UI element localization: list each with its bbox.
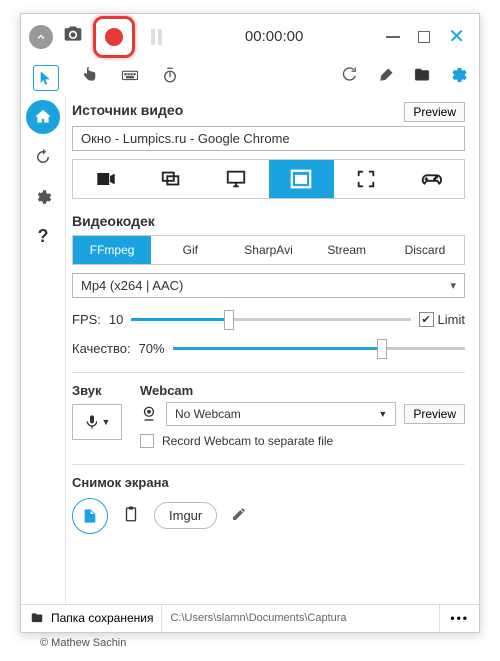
record-dot-icon xyxy=(105,28,123,46)
record-webcam-separate-label: Record Webcam to separate file xyxy=(162,434,333,448)
webcam-icon xyxy=(140,405,158,423)
sound-title: Звук xyxy=(72,383,122,398)
expand-chevron-button[interactable] xyxy=(29,25,53,49)
refresh-icon[interactable] xyxy=(341,66,359,89)
pointer-hand-icon[interactable] xyxy=(81,66,99,89)
main-panel: Источник видео Preview Окно - Lumpics.ru… xyxy=(65,96,479,604)
codec-format-dropdown[interactable]: Mp4 (x264 | AAC) ▾ xyxy=(72,273,465,298)
sidebar-history[interactable] xyxy=(26,140,60,174)
record-button[interactable] xyxy=(93,16,135,58)
preview-button[interactable]: Preview xyxy=(404,102,465,122)
limit-label: Limit xyxy=(438,312,465,327)
screenshot-camera-icon[interactable] xyxy=(63,24,83,49)
source-tab-monitor[interactable] xyxy=(203,160,268,198)
toolbar xyxy=(21,60,479,96)
folder-icon xyxy=(29,611,45,625)
keyboard-icon[interactable] xyxy=(121,66,139,89)
codec-format-value: Mp4 (x264 | AAC) xyxy=(81,278,183,293)
cursor-tool-button[interactable] xyxy=(33,65,59,91)
imgur-upload-button[interactable]: Imgur xyxy=(154,502,217,529)
video-source-window-field[interactable]: Окно - Lumpics.ru - Google Chrome xyxy=(72,126,465,151)
fps-value: 10 xyxy=(109,312,123,327)
source-tab-window[interactable] xyxy=(269,160,334,198)
codec-tab-stream[interactable]: Stream xyxy=(308,236,386,264)
more-menu-button[interactable]: ••• xyxy=(439,605,479,632)
limit-checkbox[interactable]: ✔ xyxy=(419,312,434,327)
credit-text: © Mathew Sachin xyxy=(20,633,480,649)
webcam-value: No Webcam xyxy=(175,407,241,421)
close-button[interactable]: ✕ xyxy=(448,27,465,47)
sidebar-help[interactable]: ? xyxy=(26,220,60,254)
quality-label: Качество: xyxy=(72,341,131,356)
app-window: 00:00:00 ✕ xyxy=(20,13,480,633)
brush-icon[interactable] xyxy=(377,66,395,89)
chevron-down-icon: ▼ xyxy=(102,417,111,427)
edit-pencil-icon[interactable] xyxy=(231,506,247,525)
codec-tab-sharpavi[interactable]: SharpAvi xyxy=(229,236,307,264)
titlebar: 00:00:00 ✕ xyxy=(21,14,479,60)
codec-tab-gif[interactable]: Gif xyxy=(151,236,229,264)
source-tab-game[interactable] xyxy=(399,160,464,198)
stopwatch-icon[interactable] xyxy=(161,66,179,89)
fps-slider[interactable] xyxy=(131,318,410,321)
webcam-title: Webcam xyxy=(140,383,465,398)
chevron-down-icon: ▾ xyxy=(450,279,456,292)
webcam-preview-button[interactable]: Preview xyxy=(404,404,465,424)
sidebar: ? xyxy=(21,96,65,604)
source-tab-screens[interactable] xyxy=(138,160,203,198)
codec-tab-ffmpeg[interactable]: FFmpeg xyxy=(73,236,151,264)
fps-label: FPS: xyxy=(72,312,101,327)
video-source-title: Источник видео xyxy=(72,102,183,118)
quality-slider[interactable] xyxy=(173,347,465,350)
save-folder-path[interactable]: C:\Users\slamn\Documents\Captura xyxy=(162,612,439,624)
minimize-button[interactable] xyxy=(386,36,400,38)
screenshot-title: Снимок экрана xyxy=(72,475,465,490)
pause-button[interactable] xyxy=(151,29,162,45)
codec-tabs: FFmpeg Gif SharpAvi Stream Discard xyxy=(72,235,465,265)
video-source-tabs xyxy=(72,159,465,199)
screenshot-save-file-button[interactable] xyxy=(72,498,108,534)
video-codec-title: Видеокодек xyxy=(72,213,465,229)
quality-value: 70% xyxy=(139,341,165,356)
settings-gear-icon[interactable] xyxy=(449,66,467,89)
save-folder-label[interactable]: Папка сохранения xyxy=(51,611,153,625)
folder-icon[interactable] xyxy=(413,66,431,89)
clipboard-icon[interactable] xyxy=(122,505,140,526)
record-webcam-separate-checkbox[interactable] xyxy=(140,434,154,448)
chevron-down-icon: ▼ xyxy=(378,409,387,419)
statusbar: Папка сохранения C:\Users\slamn\Document… xyxy=(21,604,479,632)
sidebar-home[interactable] xyxy=(26,100,60,134)
codec-tab-discard[interactable]: Discard xyxy=(386,236,464,264)
maximize-button[interactable] xyxy=(418,31,430,43)
source-tab-camera[interactable] xyxy=(73,160,138,198)
webcam-dropdown[interactable]: No Webcam ▼ xyxy=(166,402,396,426)
source-tab-region[interactable] xyxy=(334,160,399,198)
recording-timer: 00:00:00 xyxy=(162,28,386,45)
sidebar-settings[interactable] xyxy=(26,180,60,214)
mic-dropdown-button[interactable]: ▼ xyxy=(72,404,122,440)
